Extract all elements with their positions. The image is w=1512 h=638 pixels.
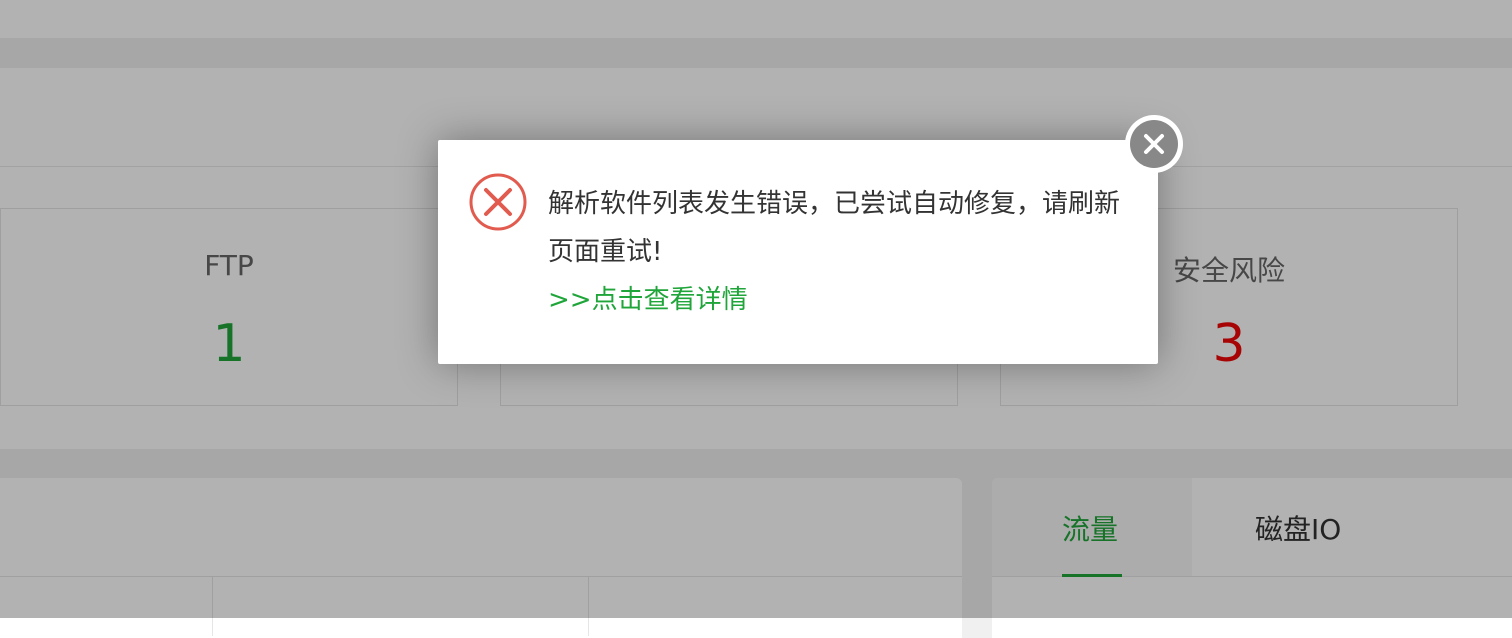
error-circle-icon — [469, 173, 527, 231]
close-button[interactable] — [1125, 115, 1183, 173]
error-dialog: 解析软件列表发生错误，已尝试自动修复，请刷新页面重试! >>点击查看详情 — [438, 140, 1158, 364]
view-details-link[interactable]: >>点击查看详情 — [548, 276, 748, 324]
close-icon — [1144, 134, 1164, 154]
error-message: 解析软件列表发生错误，已尝试自动修复，请刷新页面重试! — [548, 189, 1121, 267]
